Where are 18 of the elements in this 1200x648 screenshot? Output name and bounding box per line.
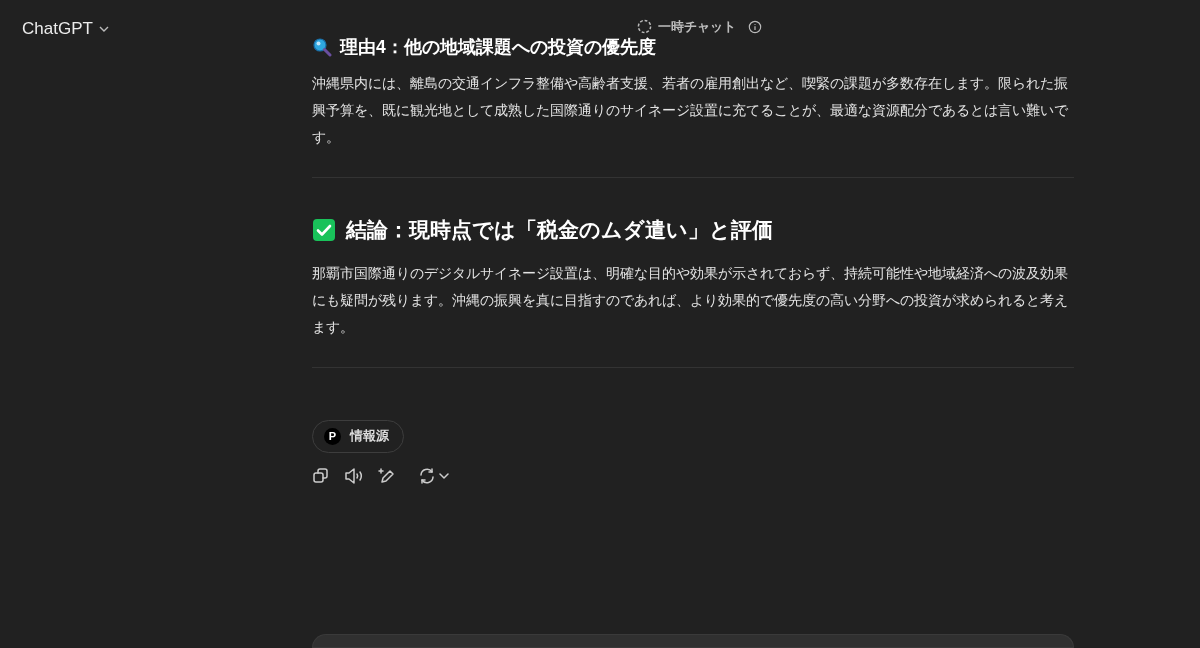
- section-paragraph: 那覇市国際通りのデジタルサイネージ設置は、明確な目的や効果が示されておらず、持続可能性や地域経済への波及効果にも疑問が残ります。沖縄の振興を真に目指すのであれば、より効果的で優先度の高い分野への投資が求められると考えます。: [312, 263, 1069, 337]
- info-icon[interactable]: [748, 19, 762, 34]
- copy-button[interactable]: [312, 466, 330, 485]
- model-selector[interactable]: ChatGPT: [22, 16, 109, 42]
- dashed-circle-icon[interactable]: [637, 19, 652, 35]
- section-paragraph: 沖縄県内には、離島の交通インフラ整備や高齢者支援、若者の雇用創出など、喫緊の課題が多数存在します。限られた振興予算を、既に観光地として成熟した国際通りのサイネージ設置に充てることが、最適な資源配分であるとは言い難いです。: [312, 74, 1069, 148]
- source-badge: P: [324, 427, 341, 445]
- read-aloud-button[interactable]: [344, 466, 364, 485]
- magnifier-icon: [312, 37, 332, 58]
- check-mark-icon: [312, 218, 336, 242]
- chevron-down-icon: [98, 25, 109, 32]
- edit-button[interactable]: [378, 466, 396, 485]
- section-heading: 理由4：他の地域課題への投資の優先度: [340, 36, 656, 59]
- regenerate-button[interactable]: [418, 466, 449, 485]
- model-name: ChatGPT: [22, 18, 93, 40]
- chevron-down-icon: [439, 472, 449, 479]
- temporary-chat-label[interactable]: 一時チャット: [658, 17, 736, 37]
- section-heading: 結論：現時点では「税金のムダ遣い」と評価: [346, 217, 773, 244]
